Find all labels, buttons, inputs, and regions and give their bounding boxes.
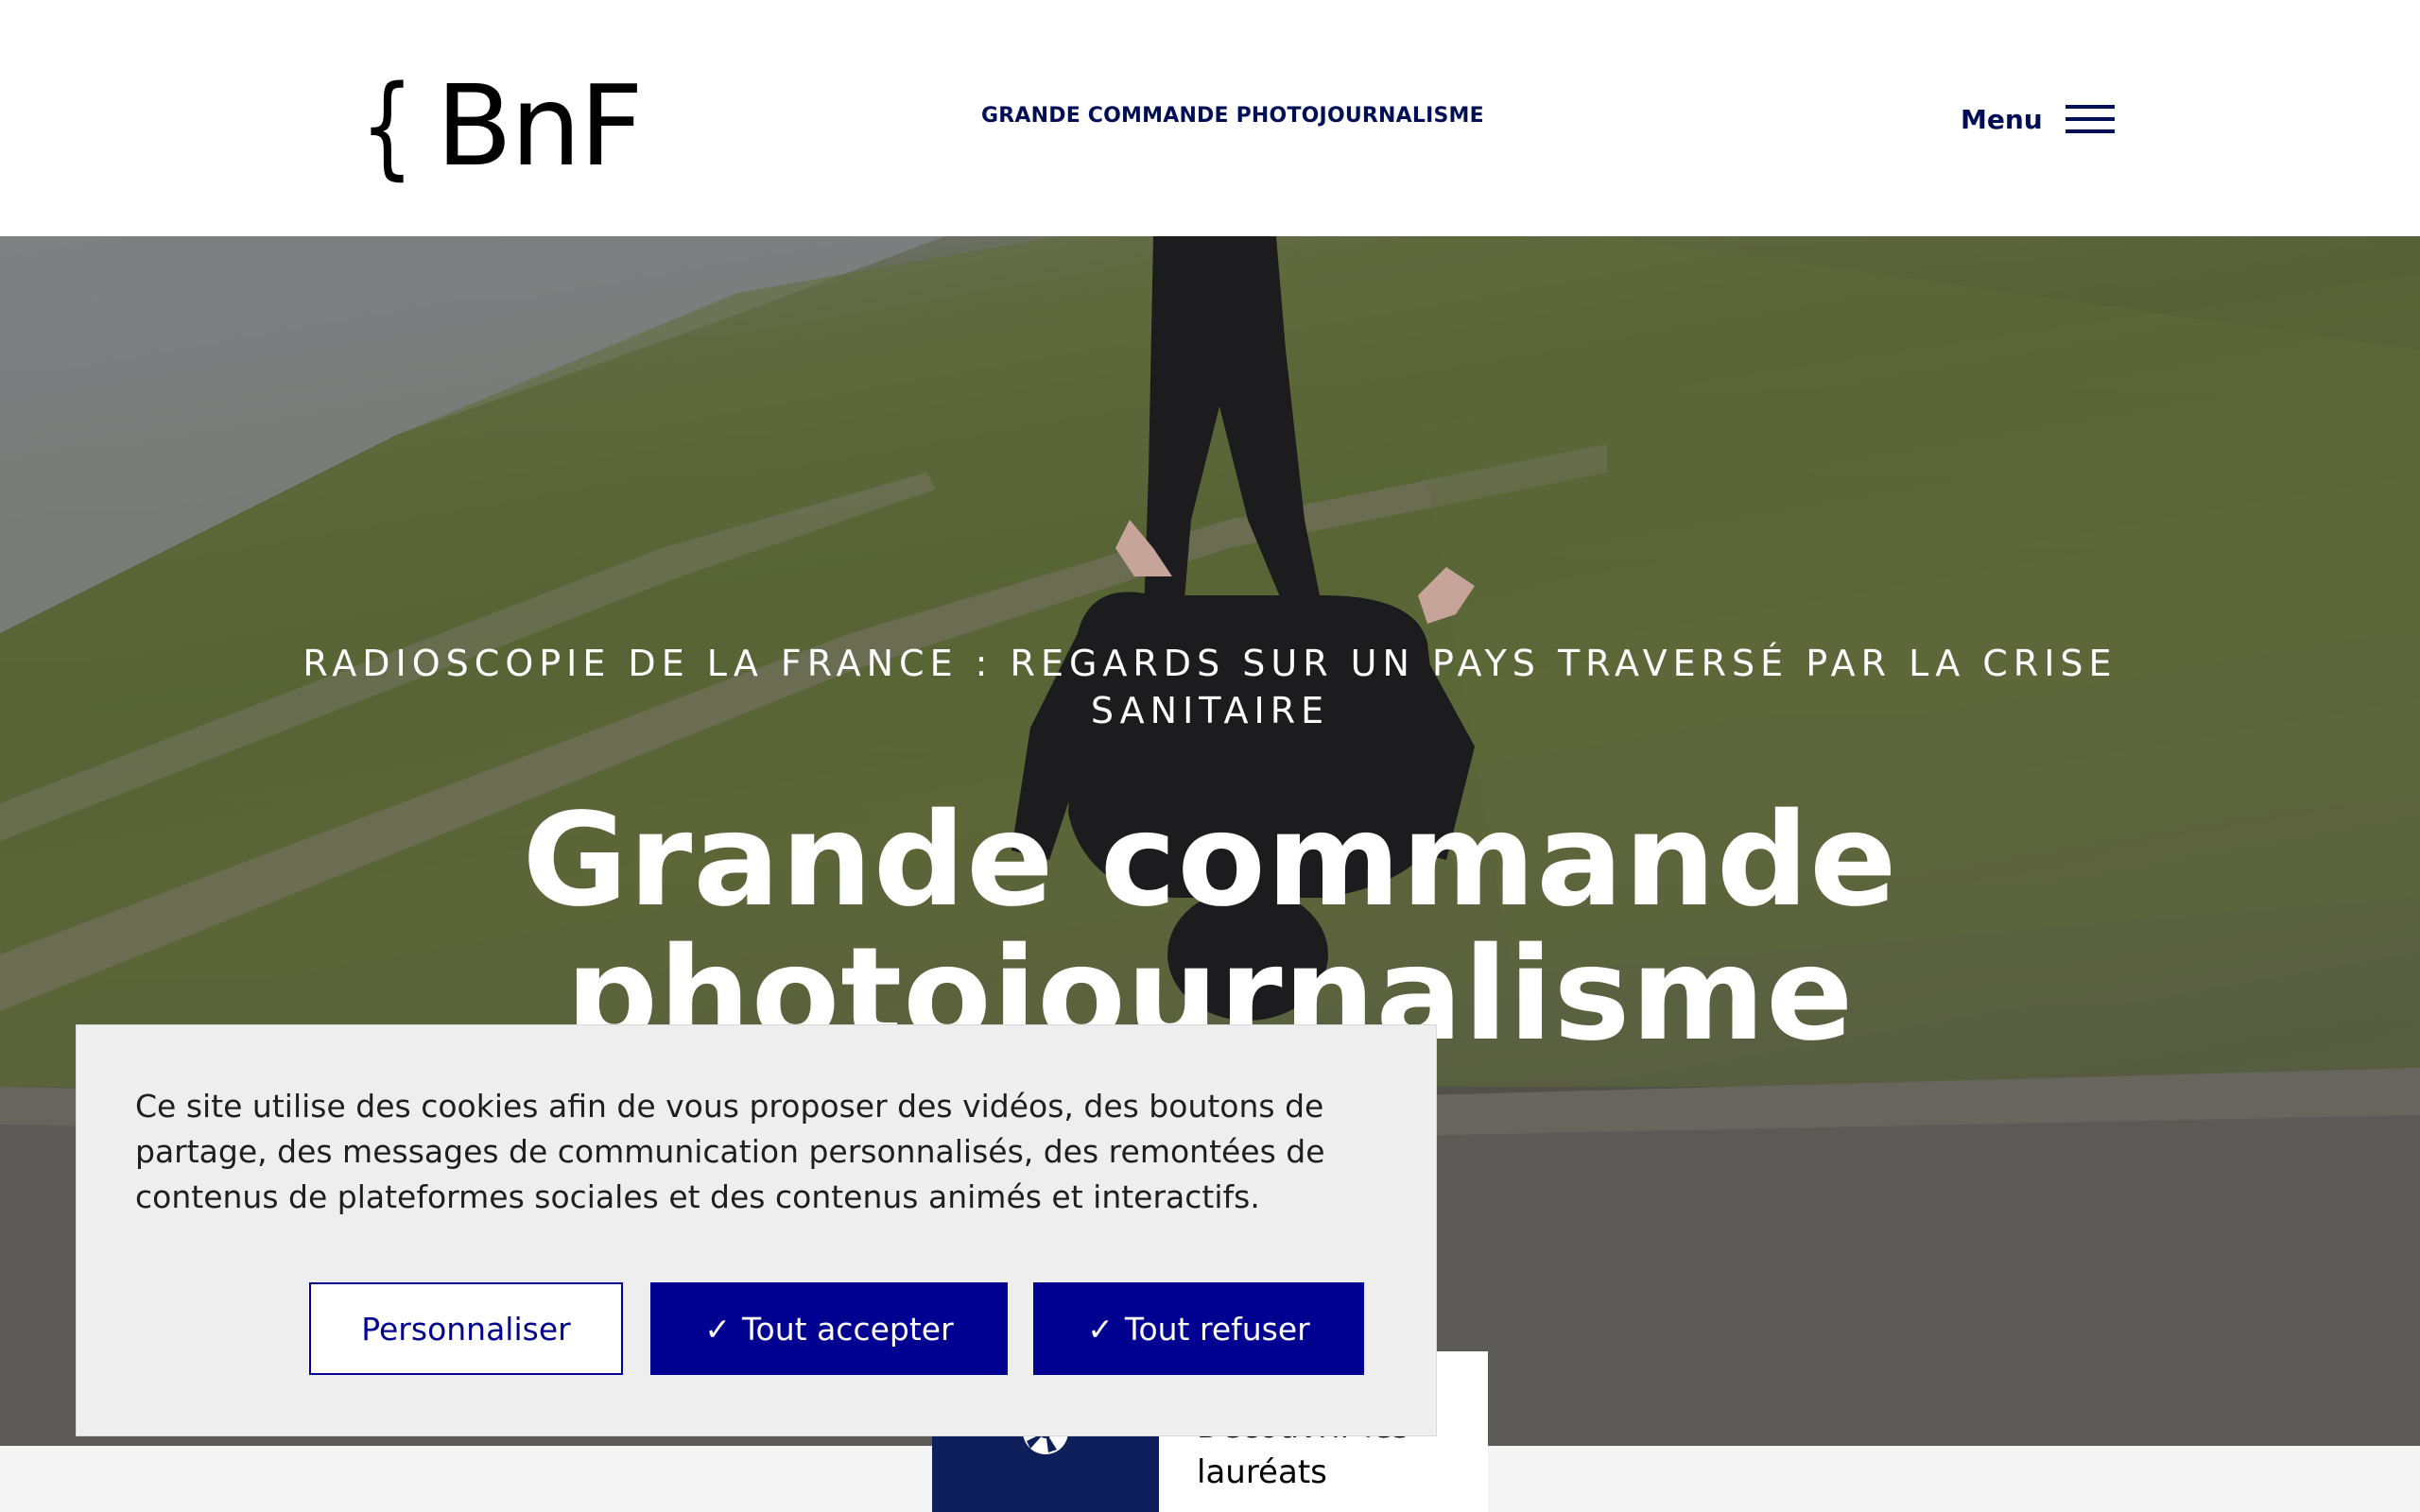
personalize-label: Personnaliser — [361, 1310, 571, 1348]
logo-brace: { — [360, 60, 414, 191]
hamburger-icon — [2065, 105, 2115, 133]
cookie-consent-banner: Ce site utilise des cookies afin de vous… — [76, 1024, 1437, 1436]
hero-kicker: RADIOSCOPIE DE LA FRANCE : REGARDS SUR U… — [302, 643, 2118, 731]
check-icon: ✓ — [704, 1310, 731, 1348]
site-title[interactable]: GRANDE COMMANDE PHOTOJOURNALISME — [981, 104, 1484, 128]
menu-label: Menu — [1961, 103, 2043, 135]
bnf-logo[interactable]: { BnF — [352, 70, 643, 181]
menu-button[interactable]: Menu — [1961, 98, 2115, 140]
check-icon: ✓ — [1087, 1310, 1114, 1348]
cookie-message: Ce site utilise des cookies afin de vous… — [135, 1088, 1325, 1215]
refuse-all-button[interactable]: ✓ Tout refuser — [1033, 1282, 1364, 1375]
accept-all-label: Tout accepter — [742, 1310, 954, 1348]
refuse-all-label: Tout refuser — [1124, 1310, 1310, 1348]
accept-all-button[interactable]: ✓ Tout accepter — [650, 1282, 1008, 1375]
personalize-button[interactable]: Personnaliser — [309, 1282, 623, 1375]
hero-title: Grande commande photojournalisme — [522, 786, 1898, 1070]
logo-text: BnF — [436, 60, 644, 191]
site-header: { BnF GRANDE COMMANDE PHOTOJOURNALISME M… — [0, 0, 2420, 236]
